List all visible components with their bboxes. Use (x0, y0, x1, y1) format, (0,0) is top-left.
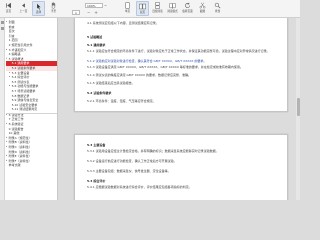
double-page-button[interactable]: 双页 (136, 1, 149, 16)
toolbar: 首页 上一页 选择 手型 100% 1 − + 单页 双页 连续阅读 阅读模式 … (0, 0, 300, 18)
zoom-out-button[interactable]: − (87, 10, 90, 15)
body-text: 5.3.2 设备运行前应进行功能检查，确认工作正常后方可开展试验。 (87, 159, 177, 163)
body-text: 5.1.1 试验应在符合规定的环境条件下进行，试验对象应处于正常工作状态，并保证… (87, 49, 270, 53)
continuous-icon (155, 2, 160, 9)
page-number-input[interactable]: 1 (72, 10, 80, 15)
section-heading: 5.4 综合评价 (87, 179, 106, 183)
vertical-scrollbar[interactable] (296, 18, 300, 200)
cursor-icon (37, 3, 41, 10)
continuous-button[interactable]: 连续阅读 (151, 1, 164, 16)
section-heading: 5.3 主要设备 (87, 143, 106, 147)
section-heading: 5 试验概述 (87, 35, 103, 39)
document-page: 4.1 系统测试应包括以下内容，且测试结果应有记录。 5 试验概述 5.1 通用… (74, 18, 288, 112)
prev-page-icon (22, 3, 25, 8)
single-page-button[interactable]: 单页 (121, 1, 134, 16)
search-icon (214, 2, 221, 9)
body-text: 5.1.4 测试仪表的精度应满足 GB/T XXXXX 的要求，数据记录应完整、… (87, 73, 191, 77)
double-page-icon (139, 3, 146, 10)
hand-icon (51, 2, 56, 9)
section-heading: 5.2 试验条件要求 (87, 91, 112, 95)
screenshot-button[interactable]: 截图 (196, 1, 209, 16)
section-heading: 5.1 通用要求 (87, 43, 106, 47)
thumbnail-tab-icon[interactable] (1, 27, 4, 30)
book-icon (169, 3, 176, 9)
body-text: 5.3.3 主要设备包括：数据采集仪、信号发生器、定位设备等。 (87, 169, 171, 173)
document-page: 5.3 主要设备 5.3.1 试验用设备应经过计量检定合格，并有明确的标识；数据… (74, 134, 288, 200)
chevron-down-icon[interactable] (104, 4, 107, 7)
search-button[interactable]: 查找 (211, 1, 224, 16)
outline-item[interactable]: 5.11 测试结果判定 (6, 107, 57, 112)
body-text: 5.1.5 试验结束后应出具试验报告。 (87, 81, 135, 85)
single-page-icon (125, 2, 130, 9)
scissors-icon (199, 2, 206, 9)
view-button-group: 单页 双页 连续阅读 阅读模式 旋转页面 截图 查找 (121, 1, 226, 16)
body-text: 5.2.1 环境条件：温度、湿度、气压等应符合规定。 (87, 99, 156, 103)
body-text: 5.1.3 试验设备应满足 GB/T XXXXX、GB/T XXXXX、GB/T… (87, 65, 243, 69)
scrollbar-thumb[interactable] (296, 98, 300, 116)
first-page-button[interactable]: 首页 (2, 1, 15, 16)
bookmark-tab-icon[interactable] (1, 21, 4, 24)
zoom-controls: − + (87, 10, 98, 15)
document-outline: ▸ 封面 前言 目次 引言 1 范围 2 规范性引用文件 ▸ 3 术语和定义 4 缩略语 ▾ 5 试验… (6, 20, 57, 168)
zoom-in-button[interactable]: + (94, 10, 97, 15)
body-text: 5.4.1 应根据试验数据对系统进行综合评价，评价结果应包括各项指标的判定。 (87, 185, 192, 189)
read-mode-button[interactable]: 阅读模式 (166, 1, 179, 16)
zoom-input[interactable]: 100% (85, 3, 103, 8)
hand-tool-button[interactable]: 手型 (47, 1, 60, 16)
outline-item-label: 参考文献 (8, 163, 21, 168)
sidebar: ▸ 封面 前言 目次 引言 1 范围 2 规范性引用文件 ▸ 3 术语和定义 4 缩略语 ▾ 5 试验… (0, 18, 58, 200)
body-text: 5.3.1 试验用设备应经过计量检定合格，并有明确的标识；数据采集系统应能够实时… (87, 149, 219, 153)
select-tool-button[interactable]: 选择 (32, 1, 45, 16)
outline-item[interactable]: 参考文献 (6, 163, 57, 168)
nav-button-group: 首页 上一页 选择 手型 (2, 1, 62, 16)
body-text: 5.1.2 试验前应对试验对象进行检查，确认其符合 GB/T XXXXX、GB/… (87, 59, 207, 63)
rotate-icon (185, 2, 190, 8)
rotate-button[interactable]: 旋转页面 (181, 1, 194, 16)
document-view: 4.1 系统测试应包括以下内容，且测试结果应有记录。 5 试验概述 5.1 通用… (58, 18, 300, 200)
prev-page-button[interactable]: 上一页 (17, 1, 30, 16)
body-text: 4.1 系统测试应包括以下内容，且测试结果应有记录。 (87, 21, 159, 25)
first-page-icon (6, 2, 11, 9)
sidebar-tab-strip (0, 18, 5, 200)
outline-item-label: 5.11 测试结果判定 (11, 107, 38, 112)
